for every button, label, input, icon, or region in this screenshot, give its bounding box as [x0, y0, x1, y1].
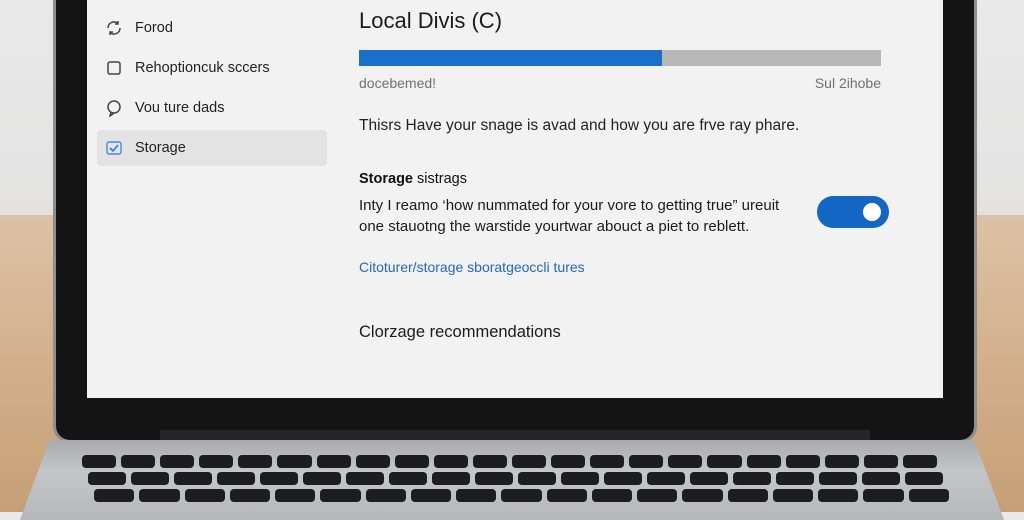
keyboard-key	[475, 472, 513, 485]
keyboard-key	[637, 489, 678, 502]
keyboard-key	[320, 489, 361, 502]
keyboard-key	[472, 455, 507, 468]
keyboard-key	[275, 489, 316, 502]
storage-icon	[105, 139, 123, 157]
keyboard-key	[303, 472, 341, 485]
keyboard-key	[174, 472, 212, 485]
keyboard-key	[512, 455, 547, 468]
storage-recommendations-title: Clorzage recommendations	[359, 323, 561, 341]
keyboard-key	[863, 455, 898, 468]
keyboard-key	[604, 472, 642, 485]
keyboard-key	[590, 455, 625, 468]
screen: Forod Rehoptioncuk sccers Vou ture dads …	[87, 0, 943, 398]
sidebar-item-label: Vou ture dads	[135, 100, 225, 116]
keyboard-key	[518, 472, 556, 485]
keyboard-key	[260, 472, 298, 485]
toggle-knob	[863, 203, 881, 221]
keyboard-key	[682, 489, 723, 502]
keyboard-key	[410, 489, 452, 502]
keyboard-key	[546, 489, 587, 502]
sidebar-item-vou-ture-dads[interactable]: Vou ture dads	[97, 90, 327, 126]
keyboard-key	[818, 489, 859, 502]
storage-settings-link[interactable]: Citoturer/storage sboratgeoccli tures	[359, 259, 899, 275]
storage-usage-labels: docebemed! Sul 2ihobe	[359, 75, 881, 91]
storage-sense-title-rest: sistrags	[417, 171, 467, 187]
sidebar-item-storage[interactable]: Storage	[97, 130, 327, 166]
storage-sense-toggle[interactable]	[817, 196, 889, 228]
keyboard-key	[776, 472, 814, 485]
keyboard-key	[746, 455, 781, 468]
keyboard-key	[139, 489, 180, 502]
storage-sense-text: Inty I reamo ‘how nummated for your vore…	[359, 197, 780, 235]
keyboard-key	[908, 489, 949, 502]
keyboard-key	[551, 455, 586, 468]
keyboard-key	[94, 489, 135, 502]
keyboard	[82, 455, 949, 515]
keyboard-key	[785, 455, 820, 468]
keyboard-key	[238, 455, 273, 468]
keyboard-key	[433, 455, 468, 468]
keyboard-key	[346, 472, 384, 485]
keyboard-key	[824, 455, 859, 468]
keyboard-key	[355, 455, 390, 468]
keyboard-key	[394, 455, 429, 468]
keyboard-key	[389, 472, 427, 485]
keyboard-key	[456, 489, 497, 502]
keyboard-key	[501, 489, 542, 502]
sidebar-item-label: Forod	[135, 20, 173, 36]
keyboard-key	[727, 489, 768, 502]
keyboard-key	[772, 489, 814, 502]
keyboard-key	[690, 472, 728, 485]
keyboard-key	[668, 455, 703, 468]
keyboard-key	[217, 472, 255, 485]
keyboard-key	[82, 455, 117, 468]
storage-usage-fill	[359, 50, 662, 66]
sidebar: Forod Rehoptioncuk sccers Vou ture dads …	[97, 10, 327, 170]
sync-icon	[105, 19, 123, 37]
main-content: Local Divis (C) docebemed! Sul 2ihobe Th…	[359, 8, 899, 342]
keyboard-key	[277, 455, 312, 468]
keyboard-key	[591, 489, 633, 502]
chat-icon	[105, 99, 123, 117]
keyboard-key	[131, 472, 169, 485]
keyboard-key	[432, 472, 470, 485]
sidebar-item-forod[interactable]: Forod	[97, 10, 327, 46]
keyboard-key	[199, 455, 234, 468]
sidebar-item-label: Rehoptioncuk sccers	[135, 60, 270, 76]
keyboard-key	[561, 472, 599, 485]
storage-description: Thisrs Have your snage is avad and how y…	[359, 117, 800, 134]
keyboard-key	[121, 455, 156, 468]
keyboard-key	[905, 472, 943, 485]
keyboard-key	[733, 472, 771, 485]
keyboard-key	[863, 489, 904, 502]
sidebar-item-rehoptioncuk[interactable]: Rehoptioncuk sccers	[97, 50, 327, 86]
storage-usage-bar	[359, 50, 881, 66]
keyboard-key	[229, 489, 271, 502]
keyboard-key	[647, 472, 685, 485]
storage-sense-title: Storage sistrags	[359, 171, 899, 187]
keyboard-key	[160, 455, 195, 468]
free-label: Sul 2ihobe	[814, 75, 881, 91]
page-title: Local Divis (C)	[359, 8, 503, 33]
sidebar-item-label: Storage	[135, 140, 186, 156]
keyboard-key	[707, 455, 742, 468]
used-label: docebemed!	[359, 75, 437, 91]
keyboard-key	[316, 455, 351, 468]
keyboard-key	[88, 472, 126, 485]
keyboard-key	[365, 489, 406, 502]
keyboard-key	[629, 455, 664, 468]
keyboard-key	[819, 472, 857, 485]
keyboard-key	[902, 455, 937, 468]
keyboard-key	[862, 472, 900, 485]
keyboard-key	[184, 489, 225, 502]
square-icon	[105, 59, 123, 77]
storage-sense-title-bold: Storage	[359, 171, 413, 187]
